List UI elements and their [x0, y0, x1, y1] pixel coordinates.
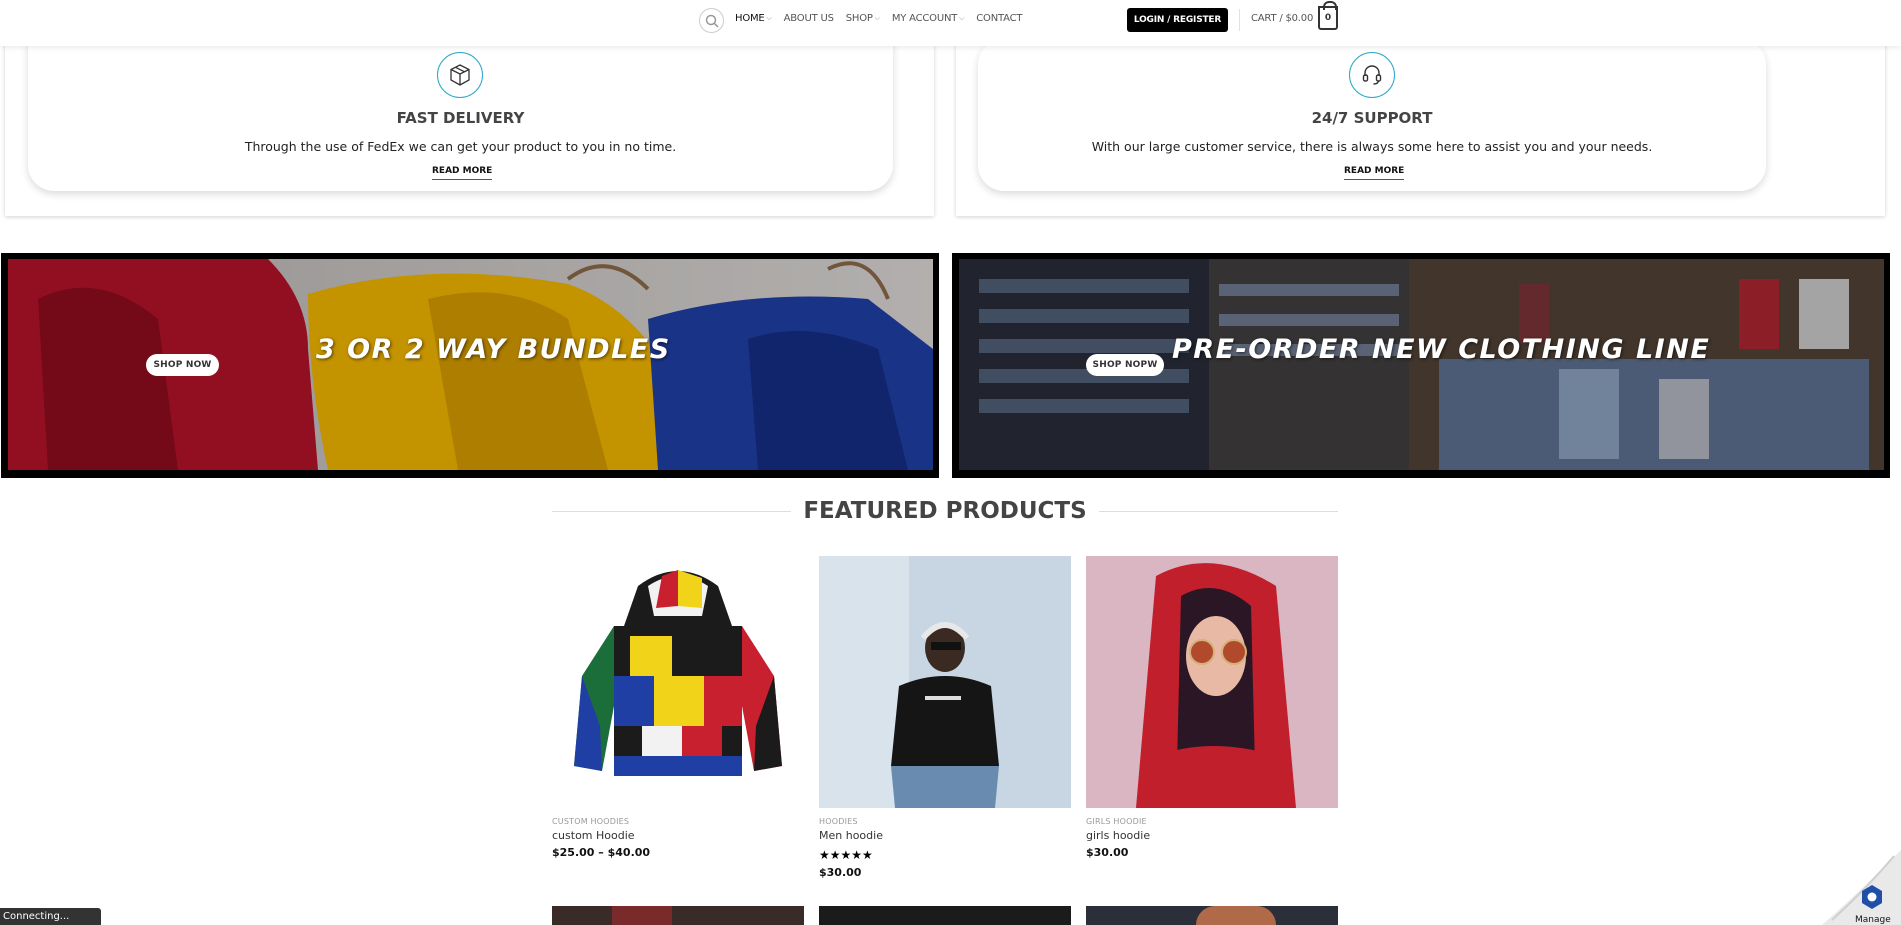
star-rating: ★★★★★ [819, 848, 873, 862]
search-button[interactable] [699, 8, 724, 33]
product-image[interactable] [552, 556, 804, 808]
chevron-down-icon: ⌵ [959, 14, 965, 22]
product-price: $25.00 – $40.00 [552, 846, 651, 859]
preorder-banner-image: PRE-ORDER NEW CLOTHING LINE SHOP NOPW [959, 259, 1884, 470]
bundles-banner-image: 3 OR 2 WAY BUNDLES SHOP NOW [8, 259, 933, 470]
product-card[interactable]: GIRLS HOODIE girls hoodie $30.00 [1086, 556, 1338, 859]
chevron-down-icon: ⌵ [874, 14, 880, 22]
product-name[interactable]: Men hoodie [819, 829, 1071, 842]
product-price: $30.00 [1086, 846, 1129, 859]
product-image-next-row[interactable] [819, 906, 1071, 925]
bundles-banner[interactable]: 3 OR 2 WAY BUNDLES SHOP NOW [1, 253, 939, 478]
heading-divider [552, 510, 792, 512]
product-price: $30.00 [819, 866, 862, 879]
feature-delivery-card: FAST DELIVERY Through the use of FedEx w… [28, 39, 893, 191]
product-image-next-row[interactable] [552, 906, 804, 925]
box-icon [437, 52, 483, 98]
chevron-down-icon: ⌵ [766, 14, 772, 22]
product-image-fragment [612, 906, 672, 925]
product-category[interactable]: CUSTOM HOODIES [552, 817, 804, 826]
nav-contact[interactable]: CONTACT [976, 13, 1022, 24]
product-image-next-row[interactable] [1086, 906, 1338, 925]
product-category[interactable]: HOODIES [819, 817, 1071, 826]
banner-title: 3 OR 2 WAY BUNDLES [316, 334, 671, 365]
product-image-fragment [1196, 906, 1276, 925]
nav-shop[interactable]: SHOP ⌵ [846, 13, 880, 24]
shop-nopw-button[interactable]: SHOP NOPW [1086, 354, 1164, 376]
banner-title: PRE-ORDER NEW CLOTHING LINE [1172, 334, 1711, 365]
cart-icon[interactable]: 0 [1318, 1, 1338, 30]
browser-status-bar: Connecting... [0, 908, 101, 925]
manage-label[interactable]: Manage [1855, 915, 1891, 925]
cart-link[interactable]: CART / $0.00 [1251, 13, 1313, 24]
product-image[interactable] [819, 556, 1071, 808]
login-register-button[interactable]: LOGIN / REGISTER [1127, 8, 1228, 32]
search-icon [705, 14, 719, 28]
product-card[interactable]: HOODIES Men hoodie ★★★★★ $30.00 [819, 556, 1071, 879]
manage-widget[interactable] [1822, 850, 1901, 925]
read-more-link[interactable]: READ MORE [1344, 166, 1405, 180]
nav-about-us[interactable]: ABOUT US [784, 13, 834, 24]
heading-divider [1098, 510, 1339, 512]
feature-support-card: 24/7 SUPPORT With our large customer ser… [978, 39, 1766, 191]
header-divider [1239, 9, 1240, 31]
feature-support-section: 24/7 SUPPORT With our large customer ser… [956, 34, 1885, 216]
preorder-banner[interactable]: PRE-ORDER NEW CLOTHING LINE SHOP NOPW [952, 253, 1890, 478]
nav-home[interactable]: HOME ⌵ [735, 13, 772, 24]
feature-title: 24/7 SUPPORT [1311, 109, 1433, 127]
feature-title: FAST DELIVERY [396, 109, 525, 127]
product-name[interactable]: custom Hoodie [552, 829, 804, 842]
featured-products-heading: FEATURED PRODUCTS [552, 496, 1339, 526]
feature-text: Through the use of FedEx we can get your… [244, 139, 677, 154]
feature-text: With our large customer service, there i… [1091, 139, 1653, 154]
shop-now-button[interactable]: SHOP NOW [146, 354, 219, 376]
section-title: FEATURED PRODUCTS [803, 498, 1087, 524]
site-header: HOME ⌵ ABOUT US SHOP ⌵ MY ACCOUNT ⌵ CONTACT… [0, 0, 1901, 46]
product-card[interactable]: CUSTOM HOODIES custom Hoodie $25.00 – $4… [552, 556, 804, 859]
product-name[interactable]: girls hoodie [1086, 829, 1338, 842]
product-category[interactable]: GIRLS HOODIE [1086, 817, 1338, 826]
headset-icon [1349, 52, 1395, 98]
main-nav: HOME ⌵ ABOUT US SHOP ⌵ MY ACCOUNT ⌵ CONTACT [735, 13, 1034, 24]
product-image[interactable] [1086, 556, 1338, 808]
feature-delivery-section: FAST DELIVERY Through the use of FedEx w… [5, 34, 934, 216]
nav-my-account[interactable]: MY ACCOUNT ⌵ [892, 13, 965, 24]
read-more-link[interactable]: READ MORE [432, 166, 493, 180]
